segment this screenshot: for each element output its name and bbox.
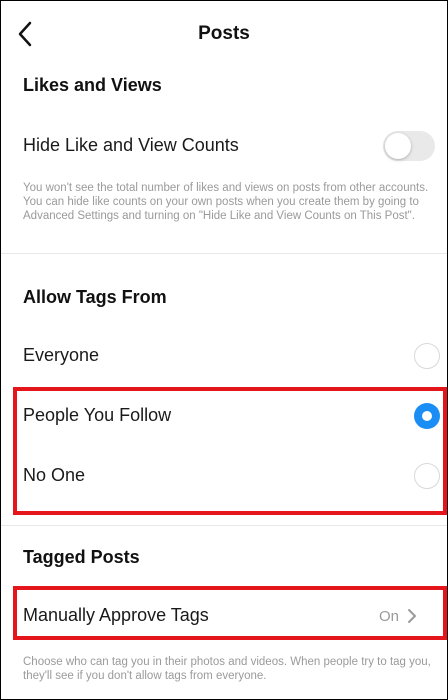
posts-settings-screen: Posts Likes and Views Hide Like and View… (0, 0, 448, 700)
option-label-people-you-follow: People You Follow (23, 405, 172, 425)
nav-header: Posts (1, 1, 447, 71)
section-divider (1, 253, 447, 254)
section-heading-likes-views: Likes and Views (23, 75, 162, 95)
toggle-knob (385, 133, 411, 159)
manually-approve-value: On (379, 608, 400, 625)
section-divider (1, 525, 447, 526)
radio-everyone[interactable] (414, 343, 440, 369)
section-heading-tagged-posts: Tagged Posts (23, 547, 140, 567)
hide-counts-toggle[interactable] (383, 131, 435, 161)
manually-approve-label: Manually Approve Tags (23, 605, 209, 625)
tagged-posts-caption: Choose who can tag you in their photos a… (23, 656, 431, 682)
section-heading-allow-tags: Allow Tags From (23, 287, 167, 307)
radio-selected-dot (422, 411, 432, 421)
radio-no-one[interactable] (414, 463, 440, 489)
radio-people-you-follow[interactable] (414, 403, 440, 429)
option-label-no-one: No One (23, 465, 86, 485)
hide-counts-label: Hide Like and View Counts (23, 135, 239, 155)
page-title: Posts (198, 23, 250, 44)
chevron-right-icon (408, 609, 416, 623)
option-label-everyone: Everyone (23, 345, 100, 365)
likes-views-caption: You won't see the total number of likes … (23, 182, 429, 222)
